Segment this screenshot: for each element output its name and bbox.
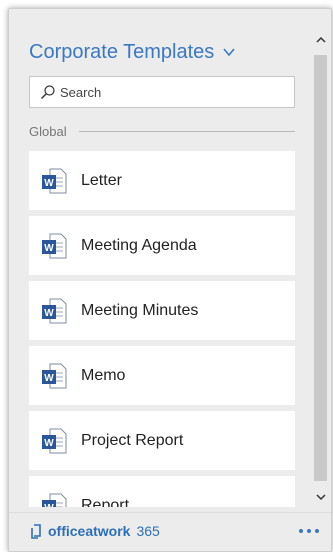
word-document-icon: W (42, 233, 67, 258)
page-title: Corporate Templates (29, 40, 215, 63)
templates-panel: Corporate Templates Global (8, 8, 332, 552)
scrollbar-thumb[interactable] (314, 55, 327, 481)
template-item-memo[interactable]: W Memo (29, 346, 295, 405)
svg-text:W: W (44, 438, 54, 449)
template-item-project-report[interactable]: W Project Report (29, 411, 295, 470)
group-header: Global (29, 124, 295, 139)
scroll-up-button[interactable] (312, 31, 329, 48)
more-icon[interactable] (299, 529, 319, 533)
template-item-report[interactable]: W Report (29, 476, 295, 507)
template-label: Meeting Minutes (81, 301, 199, 319)
footer-bar: officeatwork 365 (9, 512, 331, 551)
search-box[interactable] (29, 76, 295, 108)
app-window: Corporate Templates Global (0, 0, 333, 552)
template-label: Memo (81, 366, 126, 384)
word-document-icon: W (42, 363, 67, 388)
chevron-up-icon (315, 36, 326, 43)
search-input[interactable] (60, 84, 280, 100)
template-label: Meeting Agenda (81, 236, 197, 254)
template-list: W Letter W Meeting Agenda W Meeting Minu… (29, 151, 295, 507)
template-item-meeting-agenda[interactable]: W Meeting Agenda (29, 216, 295, 275)
word-document-icon: W (42, 493, 67, 508)
template-item-meeting-minutes[interactable]: W Meeting Minutes (29, 281, 295, 340)
search-icon (41, 85, 55, 99)
brand-name: officeatwork (48, 523, 131, 539)
svg-text:W: W (44, 373, 54, 384)
template-label: Report (81, 496, 130, 508)
word-document-icon: W (42, 428, 67, 453)
chevron-down-icon (315, 493, 326, 500)
more-dot (299, 529, 303, 533)
more-dot (307, 529, 311, 533)
word-document-icon: W (42, 168, 67, 193)
template-label: Project Report (81, 431, 184, 449)
brand-logo: officeatwork 365 (31, 523, 160, 539)
svg-text:W: W (44, 308, 54, 319)
brand-version: 365 (136, 523, 160, 539)
vertical-scrollbar[interactable] (312, 31, 329, 505)
more-dot (315, 529, 319, 533)
officeatwork-logo-icon (31, 524, 41, 539)
svg-text:W: W (44, 178, 54, 189)
svg-text:W: W (44, 243, 54, 254)
word-document-icon: W (42, 298, 67, 323)
svg-text:W: W (44, 503, 54, 508)
chevron-down-icon (223, 48, 235, 57)
template-item-letter[interactable]: W Letter (29, 151, 295, 210)
template-category-dropdown[interactable]: Corporate Templates (29, 38, 236, 66)
scroll-down-button[interactable] (312, 488, 329, 505)
template-label: Letter (81, 171, 122, 189)
group-divider (78, 131, 295, 132)
group-label: Global (29, 124, 67, 139)
